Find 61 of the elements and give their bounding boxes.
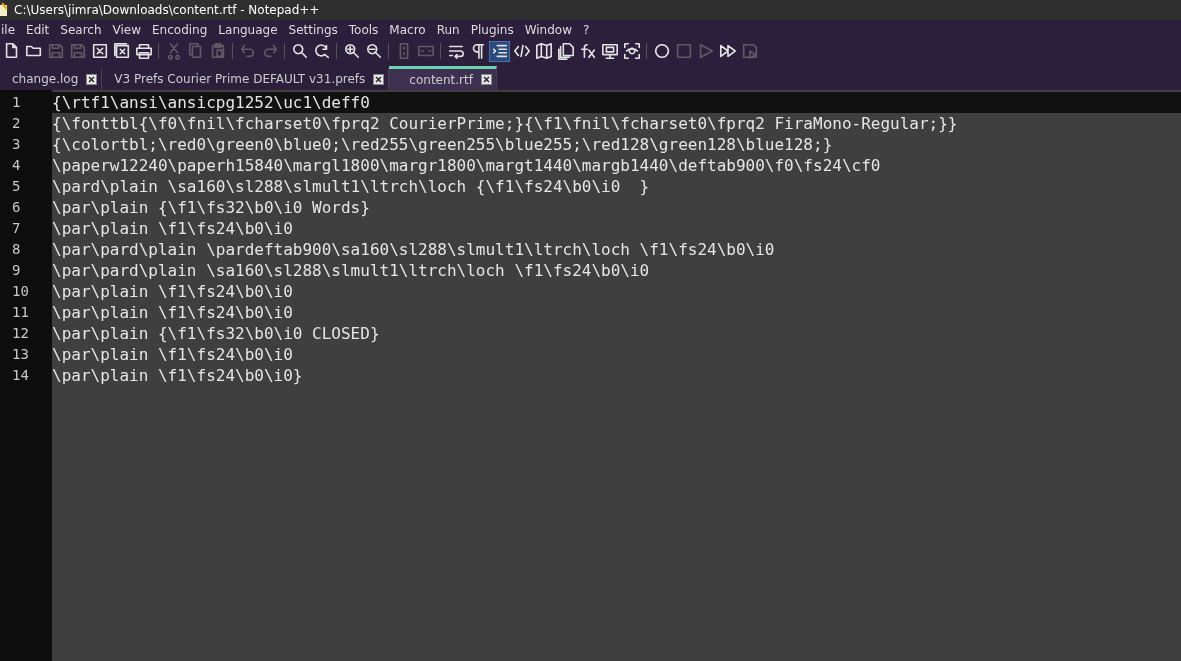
window-title: C:\Users\jimra\Downloads\content.rtf - Notepad++: [14, 3, 320, 17]
code-line: {\rtf1\ansi\ansicpg1252\uc1\deff0: [52, 93, 370, 112]
code-line: \par\plain \f1\fs24\b0\i0: [52, 282, 293, 301]
line-number: 2: [11, 114, 22, 133]
menu-item[interactable]: Plugins: [470, 23, 514, 37]
close-file-icon[interactable]: [90, 41, 109, 61]
code-line: \par\plain \f1\fs24\b0\i0: [52, 345, 293, 364]
zoom-in-icon[interactable]: [342, 41, 361, 61]
record-icon[interactable]: [652, 41, 671, 61]
search-icon[interactable]: [290, 41, 309, 61]
line-number: 11: [11, 303, 30, 322]
code-line: \par\pard\plain \sa160\sl288\slmult1\ltrch\loch \f1\fs24\b0\i0: [52, 261, 650, 280]
menu-item[interactable]: ile: [1, 23, 16, 37]
line-number: 7: [11, 219, 22, 238]
close-icon[interactable]: [480, 74, 492, 85]
code-line: \paperw12240\paperh15840\margl1800\margr1800\margt1440\margb1440\deftab900\f0\fs24\cf0: [52, 156, 881, 175]
menu-item[interactable]: Encoding: [152, 23, 208, 37]
indent-guide-icon[interactable]: [490, 41, 509, 61]
function-icon[interactable]: [578, 41, 597, 61]
code-line: \par\plain {\f1\fs32\b0\i0 Words}: [52, 198, 370, 217]
line-number: 1: [11, 93, 22, 112]
line-number: 12: [11, 324, 30, 343]
menu-item[interactable]: Settings: [288, 23, 338, 37]
line-number: 9: [11, 261, 22, 280]
line-number: 5: [11, 177, 22, 196]
code-line: \par\pard\plain \pardeftab900\sa160\sl288\slmult1\ltrch\loch \f1\fs24\b0\i0: [52, 240, 775, 259]
close-icon[interactable]: [86, 73, 98, 85]
line-number: 3: [11, 135, 22, 154]
code-line: \par\plain \f1\fs24\b0\i0}: [52, 366, 303, 385]
menu-item[interactable]: Run: [436, 23, 460, 37]
file-tab[interactable]: content.rtf: [389, 66, 497, 90]
code-line: {\fonttbl{\f0\fnil\fcharset0\fprq2 CourierPrime;}{\f1\fnil\fcharset0\fprq2 FiraMono-Regular;}}: [52, 114, 958, 133]
map-icon[interactable]: [534, 41, 553, 61]
focus-mode-icon[interactable]: [622, 41, 641, 61]
menu-item[interactable]: Macro: [389, 23, 426, 37]
code-line: \pard\plain \sa160\sl288\slmult1\ltrch\loch {\f1\fs24\b0\i0 }: [52, 177, 650, 196]
notepad-icon: [0, 3, 8, 17]
menu-item[interactable]: Language: [218, 23, 278, 37]
line-number: 10: [11, 282, 30, 301]
code-line: \par\plain \f1\fs24\b0\i0: [52, 303, 293, 322]
print-icon[interactable]: [134, 41, 153, 61]
line-number: 6: [11, 198, 22, 217]
menu-item[interactable]: Edit: [26, 23, 50, 37]
line-number: 4: [11, 156, 22, 175]
code-line: \par\plain \f1\fs24\b0\i0: [52, 219, 293, 238]
menu-item[interactable]: View: [112, 23, 142, 37]
menu-item[interactable]: Search: [60, 23, 102, 37]
menu-item[interactable]: Window: [524, 23, 572, 37]
line-number: 8: [11, 240, 22, 259]
documents-icon[interactable]: [556, 41, 575, 61]
code-line: \par\plain {\f1\fs32\b0\i0 CLOSED}: [52, 324, 380, 343]
line-number: 13: [11, 345, 30, 364]
replace-icon[interactable]: [312, 41, 331, 61]
menu-item[interactable]: ?: [583, 23, 590, 37]
close-icon[interactable]: [373, 73, 385, 85]
close-all-icon[interactable]: [112, 41, 131, 61]
zoom-out-icon[interactable]: [364, 41, 383, 61]
code-line: {\colortbl;\red0\green0\blue0;\red255\green255\blue255;\red128\green128\blue128;}: [52, 135, 833, 154]
line-number: 14: [11, 366, 30, 385]
menu-item[interactable]: Tools: [348, 23, 379, 37]
monitor-icon[interactable]: [600, 41, 619, 61]
